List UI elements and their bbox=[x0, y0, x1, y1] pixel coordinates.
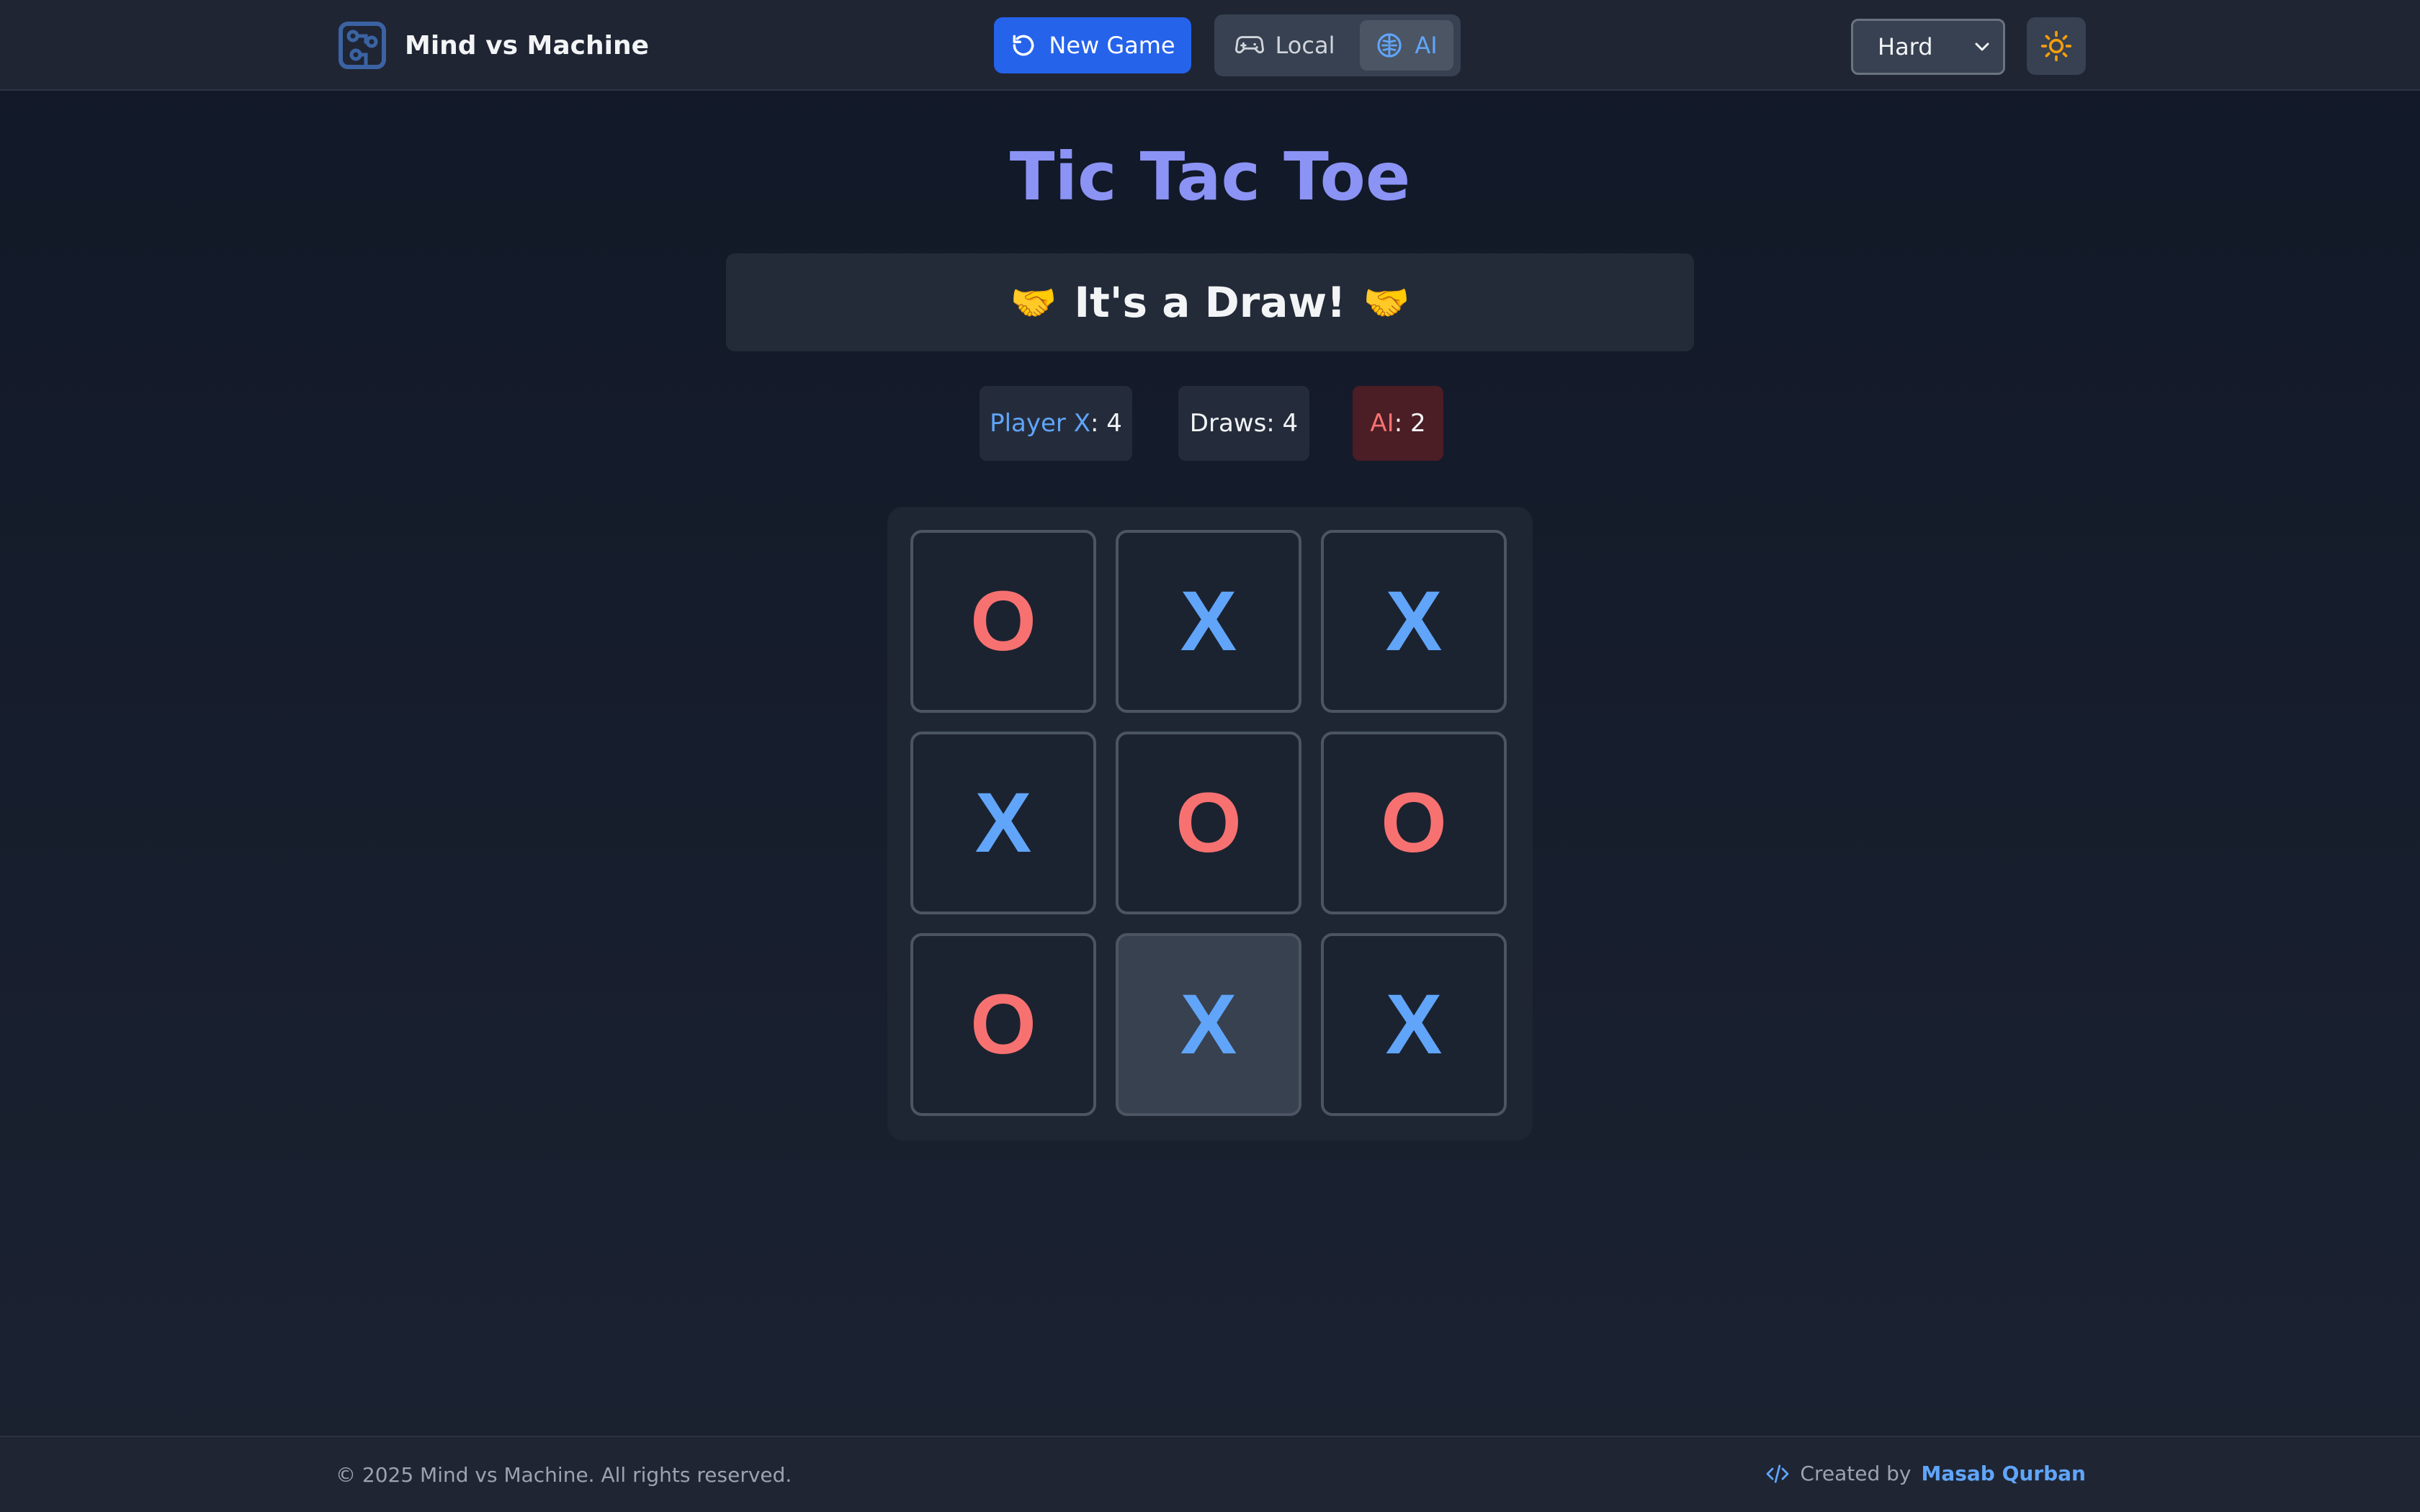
page-title: Tic Tac Toe bbox=[1009, 138, 1411, 215]
difficulty-select[interactable]: Hard bbox=[1851, 19, 2005, 75]
mode-ai-label: AI bbox=[1415, 32, 1438, 59]
footer: © 2025 Mind vs Machine. All rights reser… bbox=[0, 1436, 2420, 1512]
brain-icon bbox=[1377, 33, 1402, 58]
score-ai: AI: 2 bbox=[1353, 386, 1443, 461]
code-icon bbox=[1767, 1464, 1789, 1483]
author-link[interactable]: Masab Qurban bbox=[1921, 1462, 2086, 1485]
board-cell[interactable]: O bbox=[1321, 732, 1507, 914]
sun-icon bbox=[2040, 30, 2072, 62]
difficulty-value: Hard bbox=[1878, 33, 1933, 60]
score-player-x-value: : 4 bbox=[1090, 409, 1122, 438]
score-player-x-label: Player X bbox=[990, 409, 1090, 438]
header: Mind vs Machine New Game Local AI Hard bbox=[0, 0, 2420, 91]
mode-local-button[interactable]: Local bbox=[1222, 20, 1348, 71]
new-game-button[interactable]: New Game bbox=[994, 17, 1191, 73]
board-cell[interactable]: X bbox=[1116, 933, 1301, 1116]
board-cell[interactable]: X bbox=[910, 732, 1096, 914]
game-status-banner: 🤝 It's a Draw! 🤝 bbox=[726, 253, 1694, 351]
score-ai-label: AI bbox=[1370, 409, 1394, 438]
score-draws-label: Draws: 4 bbox=[1189, 409, 1299, 438]
new-game-label: New Game bbox=[1049, 32, 1175, 59]
mode-ai-button[interactable]: AI bbox=[1360, 20, 1453, 71]
handshake-icon: 🤝 bbox=[1010, 281, 1057, 325]
mode-toggle: Local AI bbox=[1214, 14, 1461, 76]
gamepad-icon bbox=[1234, 36, 1264, 54]
game-board: O X X X O O O X X bbox=[887, 507, 1533, 1140]
status-text: It's a Draw! bbox=[1074, 278, 1346, 327]
brand-name: Mind vs Machine bbox=[405, 30, 649, 60]
refresh-icon bbox=[1013, 35, 1034, 56]
chevron-down-icon bbox=[1975, 42, 1989, 51]
board-cell[interactable]: X bbox=[1321, 530, 1507, 713]
board-cell[interactable]: O bbox=[1116, 732, 1301, 914]
handshake-icon: 🤝 bbox=[1363, 281, 1410, 325]
board-cell[interactable]: X bbox=[1321, 933, 1507, 1116]
credit: Created by Masab Qurban bbox=[1765, 1462, 2086, 1485]
board-cell[interactable]: O bbox=[910, 530, 1096, 713]
score-draws: Draws: 4 bbox=[1178, 386, 1309, 461]
board-cell[interactable]: X bbox=[1116, 530, 1301, 713]
credit-prefix: Created by bbox=[1800, 1462, 1912, 1485]
brand[interactable]: Mind vs Machine bbox=[337, 20, 649, 71]
mode-local-label: Local bbox=[1275, 32, 1335, 59]
board-cell[interactable]: O bbox=[910, 933, 1096, 1116]
copyright-text: © 2025 Mind vs Machine. All rights reser… bbox=[336, 1463, 792, 1487]
theme-toggle-button[interactable] bbox=[2027, 17, 2086, 75]
score-ai-value: : 2 bbox=[1394, 409, 1426, 438]
score-player-x: Player X: 4 bbox=[980, 386, 1132, 461]
circuit-logo-icon bbox=[339, 22, 386, 69]
